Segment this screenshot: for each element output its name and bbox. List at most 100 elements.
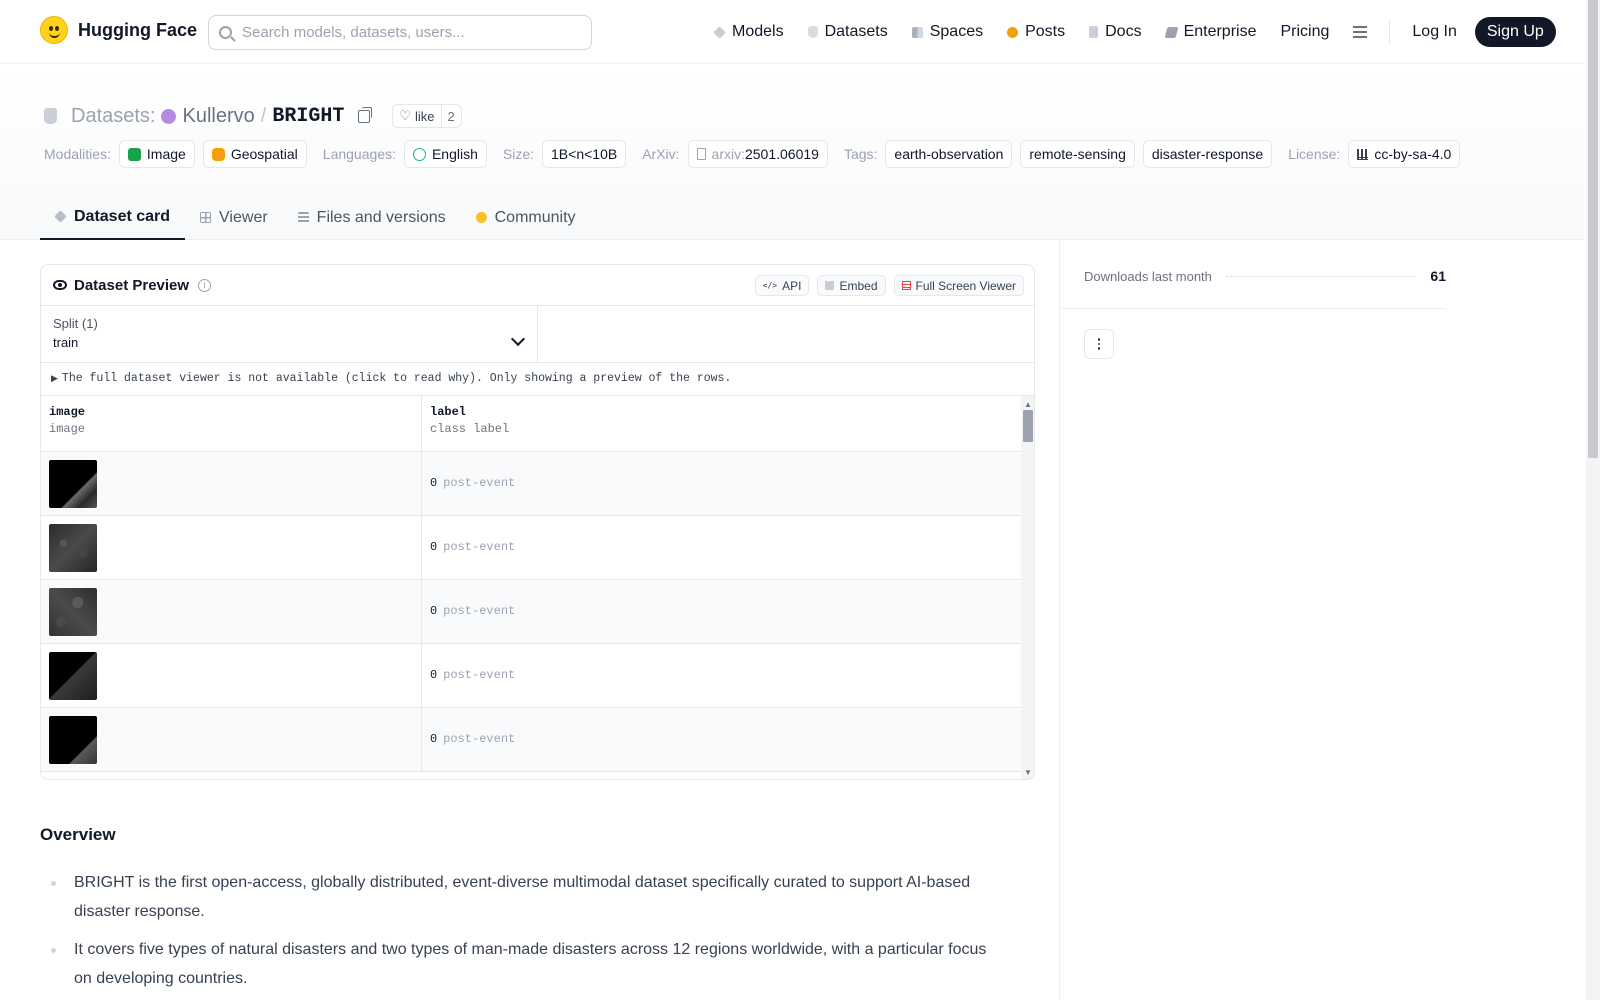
image-cell — [41, 644, 422, 708]
label-cell: 0 post-event — [422, 516, 1021, 580]
image-icon — [127, 147, 141, 161]
tag-size[interactable]: 1B<n<10B — [542, 140, 627, 168]
tab-files[interactable]: Files and versions — [283, 195, 461, 240]
scroll-down-icon[interactable]: ▼ — [1024, 768, 1032, 777]
image-thumbnail[interactable] — [49, 652, 97, 700]
tag-earth-observation[interactable]: earth-observation — [885, 140, 1013, 168]
dataset-name[interactable]: BRIGHT — [272, 105, 344, 128]
nav-posts-label: Posts — [1025, 23, 1066, 40]
table-header: image image label class label — [41, 396, 1021, 452]
brand-logo[interactable]: Hugging Face — [40, 16, 197, 44]
tag-modality-image[interactable]: Image — [118, 140, 195, 168]
repo-tabs: Dataset card Viewer Files and versions C… — [40, 195, 591, 240]
downloads-sparkline — [1225, 275, 1417, 277]
embed-icon — [825, 281, 835, 290]
image-thumbnail[interactable] — [49, 716, 97, 764]
info-icon[interactable]: i — [198, 278, 212, 292]
column-header-image[interactable]: image image — [41, 396, 422, 452]
nav-models[interactable]: Models — [702, 19, 796, 45]
label-cell: 0 post-event — [422, 708, 1021, 772]
image-thumbnail[interactable] — [49, 460, 97, 508]
nav-spaces[interactable]: Spaces — [900, 19, 995, 45]
api-button[interactable]: </> API — [754, 275, 810, 296]
tag-license[interactable]: cc-by-sa-4.0 — [1348, 140, 1461, 168]
tab-label: Viewer — [219, 208, 268, 226]
page-scrollbar-thumb[interactable] — [1588, 0, 1598, 458]
table-scrollbar[interactable]: ▲ ▼ — [1021, 396, 1034, 779]
like-button[interactable]: ♡ like 2 — [392, 104, 462, 128]
table-row[interactable]: 0 post-event — [41, 644, 1021, 708]
image-thumbnail[interactable] — [49, 524, 97, 572]
full-screen-viewer-button[interactable]: Full Screen Viewer — [893, 275, 1024, 296]
tag-arxiv[interactable]: arxiv:2501.06019 — [687, 140, 828, 168]
page-scrollbar[interactable] — [1586, 0, 1600, 1000]
tag-text: cc-by-sa-4.0 — [1374, 146, 1452, 162]
nav-datasets[interactable]: Datasets — [796, 19, 900, 45]
label-cell: 0 post-event — [422, 580, 1021, 644]
tab-dataset-card[interactable]: Dataset card — [40, 195, 186, 240]
table-row[interactable]: 0 post-event — [41, 452, 1021, 516]
scroll-up-icon[interactable]: ▲ — [1024, 400, 1032, 409]
search-input[interactable] — [242, 24, 572, 41]
split-value: train — [53, 335, 79, 350]
paper-icon — [696, 148, 706, 160]
modalities-label: Modalities: — [44, 146, 111, 162]
image-thumbnail[interactable] — [49, 588, 97, 636]
label-number: 0 — [430, 604, 438, 618]
label-name: post-event — [443, 604, 516, 618]
tab-label: Files and versions — [316, 208, 446, 226]
tag-text: English — [431, 146, 478, 162]
table-row[interactable]: 0 post-event — [41, 516, 1021, 580]
repo-title: Datasets: Kullervo / BRIGHT ♡ like 2 — [44, 104, 462, 128]
nav-posts[interactable]: Posts — [995, 19, 1077, 45]
spaces-icon — [911, 26, 923, 38]
split-select[interactable]: Split (1) train — [41, 306, 538, 363]
disclosure-triangle-icon: ▶ — [51, 374, 58, 384]
table-row[interactable]: 0 post-event — [41, 580, 1021, 644]
embed-button[interactable]: Embed — [817, 275, 886, 296]
models-icon — [713, 25, 726, 39]
label-number: 0 — [430, 540, 438, 554]
main-divider — [1059, 240, 1060, 1000]
tag-modality-geospatial[interactable]: Geospatial — [202, 140, 307, 168]
overview-list: BRIGHT is the first open-access, globall… — [40, 868, 990, 1000]
viewer-notice[interactable]: ▶ The full dataset viewer is not availabl… — [41, 363, 1034, 396]
downloads-stat: Downloads last month 61 — [1084, 268, 1446, 284]
nav-pricing[interactable]: Pricing — [1268, 19, 1341, 45]
image-cell — [41, 580, 422, 644]
tab-viewer[interactable]: Viewer — [185, 195, 283, 240]
nav-enterprise[interactable]: Enterprise — [1154, 19, 1269, 45]
copy-icon[interactable] — [358, 106, 373, 123]
label-number: 0 — [430, 476, 438, 490]
tag-remote-sensing[interactable]: remote-sensing — [1020, 140, 1135, 168]
search-box[interactable] — [208, 15, 592, 50]
path-separator: / — [260, 104, 267, 127]
owner-avatar[interactable] — [161, 108, 177, 124]
tag-disaster-response[interactable]: disaster-response — [1142, 140, 1273, 168]
tag-language-english[interactable]: English — [403, 140, 487, 168]
like-count: 2 — [440, 105, 461, 127]
section-label[interactable]: Datasets: — [71, 105, 155, 128]
enterprise-icon — [1164, 26, 1179, 38]
downloads-value: 61 — [1430, 268, 1446, 284]
tab-community[interactable]: Community — [461, 195, 591, 240]
nav-enterprise-label: Enterprise — [1183, 23, 1257, 40]
list-item: BRIGHT is the first open-access, globall… — [40, 868, 990, 926]
table-row[interactable]: 0 post-event — [41, 708, 1021, 772]
list-item: It covers five types of natural disaster… — [40, 935, 990, 993]
signup-button[interactable]: Sign Up — [1474, 17, 1556, 47]
nav-docs[interactable]: Docs — [1077, 19, 1153, 45]
nav-links: Models Datasets Spaces Posts Docs Enterp… — [702, 17, 1556, 47]
preview-header: Dataset Preview i </> API Embed Full Scre… — [41, 265, 1034, 306]
column-header-label[interactable]: label class label — [422, 396, 1021, 452]
more-options-button[interactable] — [1084, 329, 1114, 359]
scrollbar-thumb[interactable] — [1023, 410, 1033, 442]
hugging-face-logo-icon — [40, 16, 68, 44]
owner-link[interactable]: Kullervo — [182, 105, 254, 128]
more-menu-icon[interactable] — [1341, 20, 1379, 44]
label-number: 0 — [430, 732, 438, 746]
overview-heading: Overview — [40, 825, 116, 844]
label-name: post-event — [443, 668, 516, 682]
label-name: post-event — [443, 476, 516, 490]
login-button[interactable]: Log In — [1400, 19, 1468, 45]
